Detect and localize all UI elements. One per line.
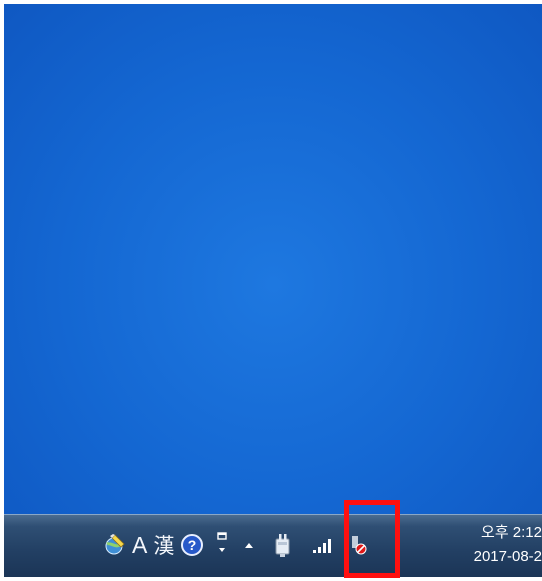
screenshot-frame: A 漢 ? 오후 2:12 2017-08-2: [0, 0, 542, 581]
taskbar[interactable]: A 漢 ? 오후 2:12 2017-08-2: [4, 514, 542, 577]
desktop-background[interactable]: [4, 4, 542, 514]
notification-tray: A 漢 ?: [102, 525, 368, 565]
clock-time: 오후 2:12: [481, 524, 542, 541]
network-blocked-icon[interactable]: [350, 534, 368, 556]
language-bar-options-icon[interactable]: [214, 531, 230, 559]
help-icon[interactable]: ?: [180, 533, 204, 557]
hanja-conversion-button[interactable]: 漢: [153, 530, 174, 560]
show-hidden-icons-arrow[interactable]: [242, 538, 256, 552]
power-plug-icon[interactable]: [272, 532, 294, 558]
svg-text:?: ?: [188, 537, 197, 553]
signal-bars-icon[interactable]: [310, 535, 336, 555]
clock-date: 2017-08-2: [473, 548, 542, 565]
language-bar-globe-icon[interactable]: [102, 532, 128, 558]
system-clock[interactable]: 오후 2:12 2017-08-2: [448, 521, 542, 573]
input-mode-indicator[interactable]: A: [132, 532, 147, 559]
